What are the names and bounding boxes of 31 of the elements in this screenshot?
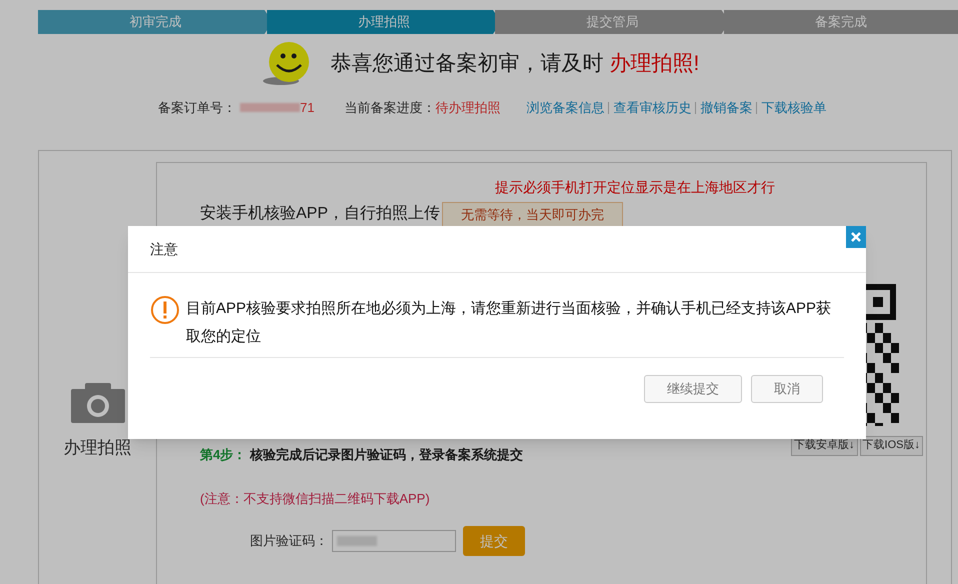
redaction-mark [240,103,300,112]
order-label: 备案订单号： [158,99,236,117]
dialog-button[interactable]: 继续提交 [644,375,742,403]
redaction-mark [337,536,377,546]
nav-link[interactable]: 浏览备案信息 [526,98,604,118]
close-icon [851,232,861,242]
progress-label: 当前备案进度： [344,99,436,117]
submit-button[interactable]: 提交 [463,526,525,556]
camera-icon [70,382,124,422]
dialog-button[interactable]: 取消 [751,375,823,403]
headline: 恭喜您通过备案初审，请及时 办理拍照! [330,51,700,78]
captcha-field[interactable] [332,530,456,552]
nav-link[interactable]: 下载核验单 [761,98,826,118]
warning-icon [150,295,180,325]
order-number: 71 [300,99,314,117]
tooltip: 无需等待，当天即可办完 [442,202,624,227]
download-button[interactable]: 下载IOS版↓ [860,436,923,456]
location-hint: 提示必须手机打开定位显示是在上海地区才行 [495,178,776,196]
nav-link[interactable]: 查看审核历史 [613,98,692,118]
close-button[interactable] [846,226,866,248]
sidebar-label: 办理拍照 [64,436,132,458]
install-text: 安装手机核验APP，自行拍照上传 [200,204,440,224]
progress-step: 备案完成 [724,10,958,34]
dialog-message: 目前APP核验要求拍照所在地必须为上海，请您重新进行当面核验，并确认手机已经支持该APP获取您的定位 [186,299,832,347]
step-text: 核验完成后记录图片验证码，登录备案系统提交 [250,446,524,464]
captcha-label: 图片验证码： [250,532,328,550]
dialog-title: 注意 [150,240,178,258]
progress-value: 待办理拍照 [435,99,500,117]
notice-text: (注意：不支持微信扫描二维码下载APP) [200,490,431,508]
step-label: 第4步： [200,446,246,464]
nav-link[interactable]: 撤销备案 [700,98,752,118]
